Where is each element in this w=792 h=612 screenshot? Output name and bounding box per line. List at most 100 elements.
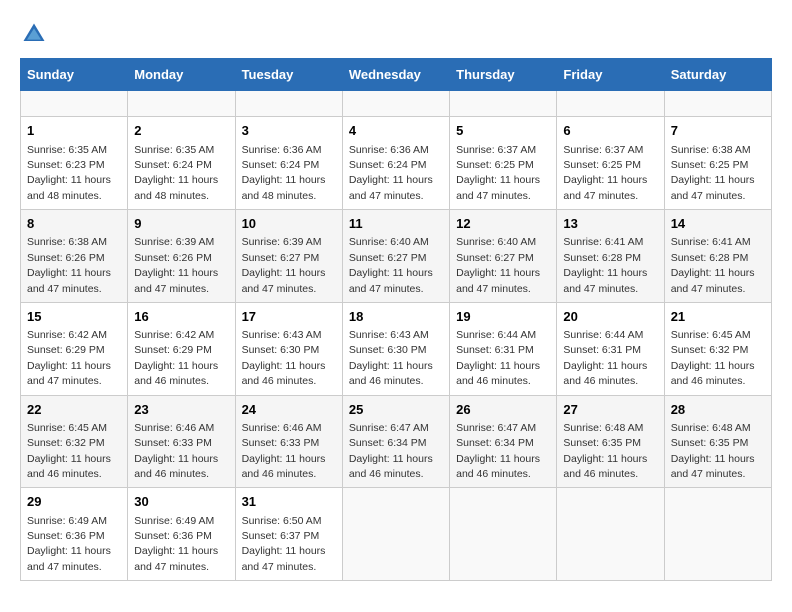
calendar-cell [342,488,449,581]
calendar-cell: 15 Sunrise: 6:42 AM Sunset: 6:29 PM Dayli… [21,302,128,395]
day-number: 2 [134,122,228,140]
day-detail: Sunrise: 6:35 AM Sunset: 6:24 PM Dayligh… [134,144,218,202]
day-number: 18 [349,308,443,326]
col-header-thursday: Thursday [450,59,557,91]
calendar-cell [128,91,235,117]
col-header-monday: Monday [128,59,235,91]
day-number: 30 [134,493,228,511]
calendar-cell [664,91,771,117]
day-detail: Sunrise: 6:39 AM Sunset: 6:27 PM Dayligh… [242,236,326,294]
day-detail: Sunrise: 6:41 AM Sunset: 6:28 PM Dayligh… [671,236,755,294]
day-number: 13 [563,215,657,233]
day-detail: Sunrise: 6:48 AM Sunset: 6:35 PM Dayligh… [563,422,647,480]
calendar-cell: 19 Sunrise: 6:44 AM Sunset: 6:31 PM Dayli… [450,302,557,395]
day-detail: Sunrise: 6:49 AM Sunset: 6:36 PM Dayligh… [27,515,111,573]
week-row-4: 22 Sunrise: 6:45 AM Sunset: 6:32 PM Dayli… [21,395,772,488]
day-number: 6 [563,122,657,140]
calendar-cell: 12Sunrise: 6:40 AM Sunset: 6:27 PM Dayli… [450,210,557,303]
day-number: 14 [671,215,765,233]
day-detail: Sunrise: 6:38 AM Sunset: 6:25 PM Dayligh… [671,144,755,202]
week-row-1: 1 Sunrise: 6:35 AM Sunset: 6:23 PM Daylig… [21,117,772,210]
col-header-saturday: Saturday [664,59,771,91]
calendar-cell: 4 Sunrise: 6:36 AM Sunset: 6:24 PM Daylig… [342,117,449,210]
day-number: 15 [27,308,121,326]
col-header-friday: Friday [557,59,664,91]
day-number: 10 [242,215,336,233]
calendar-cell: 14 Sunrise: 6:41 AM Sunset: 6:28 PM Dayli… [664,210,771,303]
day-number: 19 [456,308,550,326]
logo-icon [20,20,48,48]
day-detail: Sunrise: 6:45 AM Sunset: 6:32 PM Dayligh… [27,422,111,480]
page-header [20,20,772,48]
calendar-cell [21,91,128,117]
day-detail: Sunrise: 6:43 AM Sunset: 6:30 PM Dayligh… [349,329,433,387]
day-detail: Sunrise: 6:46 AM Sunset: 6:33 PM Dayligh… [134,422,218,480]
col-header-sunday: Sunday [21,59,128,91]
day-detail: Sunrise: 6:40 AM Sunset: 6:27 PM Dayligh… [349,236,433,294]
day-number: 4 [349,122,443,140]
day-number: 12 [456,215,550,233]
day-number: 3 [242,122,336,140]
day-number: 31 [242,493,336,511]
calendar-cell: 1 Sunrise: 6:35 AM Sunset: 6:23 PM Daylig… [21,117,128,210]
calendar-cell: 6Sunrise: 6:37 AM Sunset: 6:25 PM Daylig… [557,117,664,210]
week-row-0 [21,91,772,117]
day-number: 22 [27,401,121,419]
day-number: 1 [27,122,121,140]
day-detail: Sunrise: 6:47 AM Sunset: 6:34 PM Dayligh… [349,422,433,480]
day-number: 20 [563,308,657,326]
week-row-3: 15 Sunrise: 6:42 AM Sunset: 6:29 PM Dayli… [21,302,772,395]
day-detail: Sunrise: 6:35 AM Sunset: 6:23 PM Dayligh… [27,144,111,202]
day-number: 21 [671,308,765,326]
calendar-cell: 9 Sunrise: 6:39 AM Sunset: 6:26 PM Daylig… [128,210,235,303]
day-number: 24 [242,401,336,419]
calendar-cell: 24 Sunrise: 6:46 AM Sunset: 6:33 PM Dayli… [235,395,342,488]
day-detail: Sunrise: 6:38 AM Sunset: 6:26 PM Dayligh… [27,236,111,294]
calendar-cell: 5Sunrise: 6:37 AM Sunset: 6:25 PM Daylig… [450,117,557,210]
calendar-cell: 13 Sunrise: 6:41 AM Sunset: 6:28 PM Dayli… [557,210,664,303]
calendar-cell: 22 Sunrise: 6:45 AM Sunset: 6:32 PM Dayli… [21,395,128,488]
calendar-cell: 16 Sunrise: 6:42 AM Sunset: 6:29 PM Dayli… [128,302,235,395]
calendar-cell: 18 Sunrise: 6:43 AM Sunset: 6:30 PM Dayli… [342,302,449,395]
day-number: 23 [134,401,228,419]
col-header-wednesday: Wednesday [342,59,449,91]
calendar-cell: 3 Sunrise: 6:36 AM Sunset: 6:24 PM Daylig… [235,117,342,210]
day-number: 8 [27,215,121,233]
calendar-cell: 27 Sunrise: 6:48 AM Sunset: 6:35 PM Dayli… [557,395,664,488]
day-detail: Sunrise: 6:43 AM Sunset: 6:30 PM Dayligh… [242,329,326,387]
day-detail: Sunrise: 6:42 AM Sunset: 6:29 PM Dayligh… [134,329,218,387]
calendar-cell [557,91,664,117]
column-headers: SundayMondayTuesdayWednesdayThursdayFrid… [21,59,772,91]
logo [20,20,52,48]
day-detail: Sunrise: 6:44 AM Sunset: 6:31 PM Dayligh… [456,329,540,387]
day-detail: Sunrise: 6:44 AM Sunset: 6:31 PM Dayligh… [563,329,647,387]
calendar-cell [557,488,664,581]
calendar-cell: 26Sunrise: 6:47 AM Sunset: 6:34 PM Dayli… [450,395,557,488]
day-number: 9 [134,215,228,233]
day-number: 27 [563,401,657,419]
calendar-cell: 21 Sunrise: 6:45 AM Sunset: 6:32 PM Dayli… [664,302,771,395]
day-detail: Sunrise: 6:39 AM Sunset: 6:26 PM Dayligh… [134,236,218,294]
day-detail: Sunrise: 6:42 AM Sunset: 6:29 PM Dayligh… [27,329,111,387]
day-number: 16 [134,308,228,326]
day-detail: Sunrise: 6:45 AM Sunset: 6:32 PM Dayligh… [671,329,755,387]
day-detail: Sunrise: 6:49 AM Sunset: 6:36 PM Dayligh… [134,515,218,573]
day-detail: Sunrise: 6:37 AM Sunset: 6:25 PM Dayligh… [456,144,540,202]
day-detail: Sunrise: 6:36 AM Sunset: 6:24 PM Dayligh… [242,144,326,202]
day-number: 11 [349,215,443,233]
day-detail: Sunrise: 6:41 AM Sunset: 6:28 PM Dayligh… [563,236,647,294]
day-detail: Sunrise: 6:36 AM Sunset: 6:24 PM Dayligh… [349,144,433,202]
calendar-cell: 30 Sunrise: 6:49 AM Sunset: 6:36 PM Dayli… [128,488,235,581]
calendar-cell [450,488,557,581]
col-header-tuesday: Tuesday [235,59,342,91]
day-number: 26 [456,401,550,419]
calendar-cell [342,91,449,117]
day-detail: Sunrise: 6:46 AM Sunset: 6:33 PM Dayligh… [242,422,326,480]
calendar-cell: 2 Sunrise: 6:35 AM Sunset: 6:24 PM Daylig… [128,117,235,210]
calendar-cell: 28Sunrise: 6:48 AM Sunset: 6:35 PM Dayli… [664,395,771,488]
day-number: 25 [349,401,443,419]
calendar-cell [664,488,771,581]
day-detail: Sunrise: 6:50 AM Sunset: 6:37 PM Dayligh… [242,515,326,573]
day-detail: Sunrise: 6:48 AM Sunset: 6:35 PM Dayligh… [671,422,755,480]
calendar-cell: 29Sunrise: 6:49 AM Sunset: 6:36 PM Dayli… [21,488,128,581]
